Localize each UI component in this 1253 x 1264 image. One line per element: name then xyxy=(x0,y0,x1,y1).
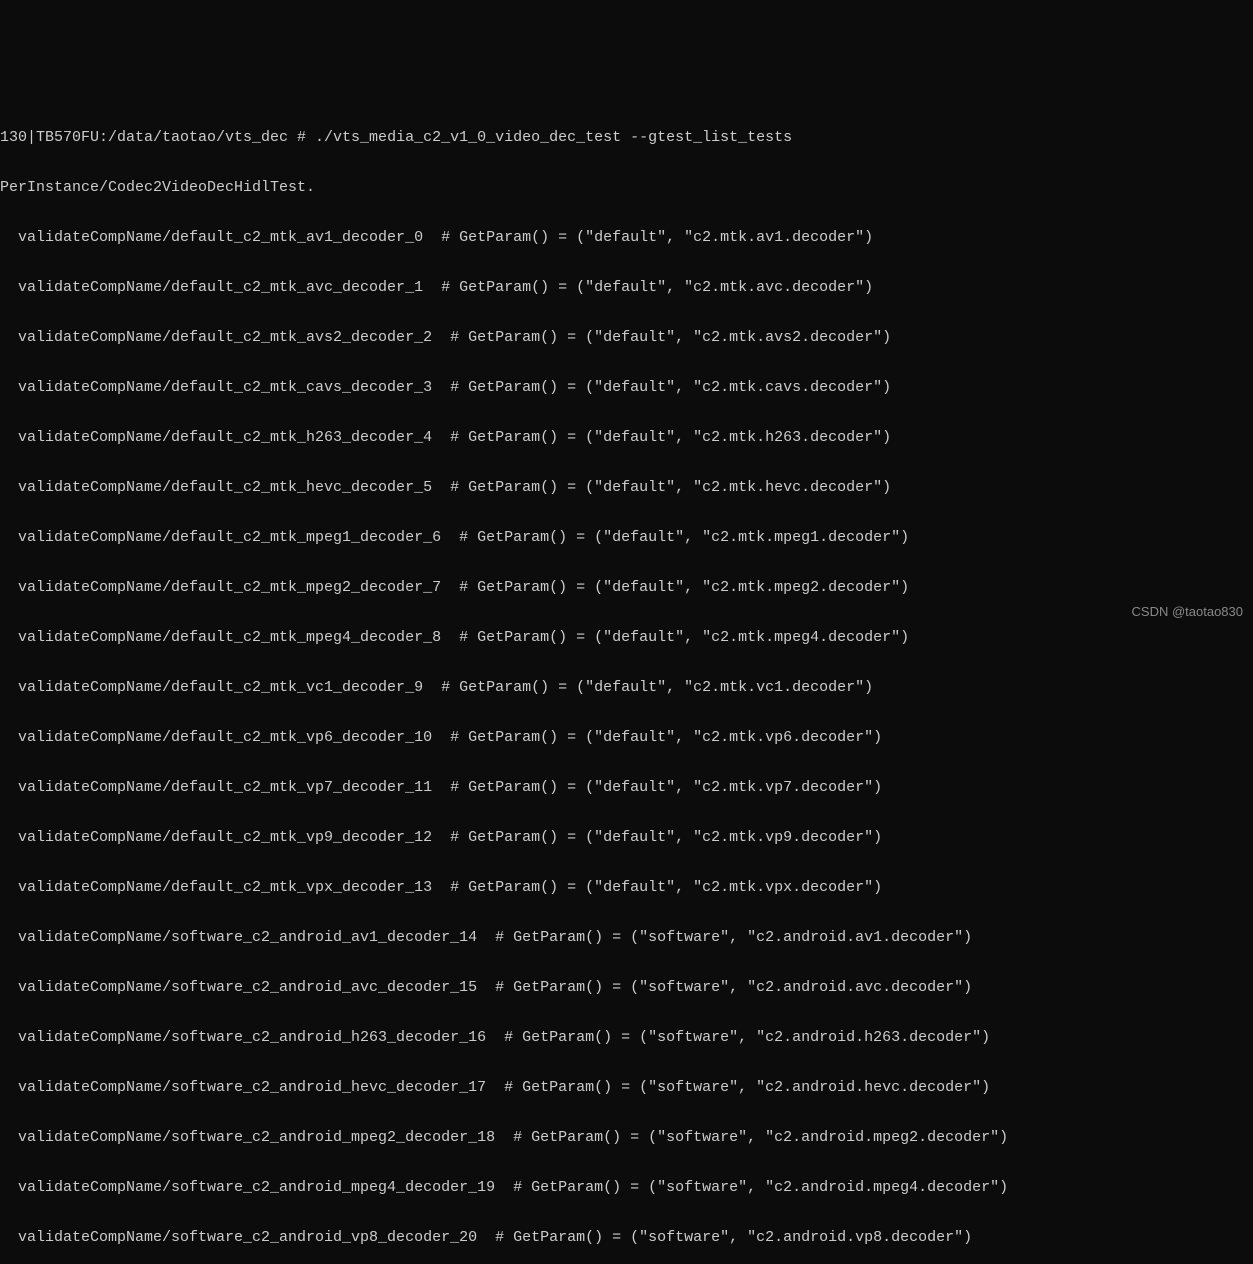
test-case-line: validateCompName/default_c2_mtk_vp6_deco… xyxy=(0,725,1253,750)
test-suite-name: PerInstance/Codec2VideoDecHidlTest. xyxy=(0,175,1253,200)
test-case-line: validateCompName/software_c2_android_h26… xyxy=(0,1025,1253,1050)
test-case-line: validateCompName/default_c2_mtk_hevc_dec… xyxy=(0,475,1253,500)
test-case-line: validateCompName/default_c2_mtk_vc1_deco… xyxy=(0,675,1253,700)
test-case-line: validateCompName/software_c2_android_mpe… xyxy=(0,1125,1253,1150)
test-case-line: validateCompName/default_c2_mtk_av1_deco… xyxy=(0,225,1253,250)
test-case-line: validateCompName/default_c2_mtk_avs2_dec… xyxy=(0,325,1253,350)
test-case-line: validateCompName/default_c2_mtk_cavs_dec… xyxy=(0,375,1253,400)
test-case-line: validateCompName/software_c2_android_vp8… xyxy=(0,1225,1253,1250)
test-case-line: validateCompName/software_c2_android_avc… xyxy=(0,975,1253,1000)
test-case-line: validateCompName/default_c2_mtk_vp7_deco… xyxy=(0,775,1253,800)
test-case-line: validateCompName/default_c2_mtk_h263_dec… xyxy=(0,425,1253,450)
test-case-line: validateCompName/default_c2_mtk_mpeg2_de… xyxy=(0,575,1253,600)
test-case-line: validateCompName/software_c2_android_mpe… xyxy=(0,1175,1253,1200)
watermark-text: CSDN @taotao830 xyxy=(1132,599,1243,624)
terminal-output[interactable]: 130|TB570FU:/data/taotao/vts_dec # ./vts… xyxy=(0,100,1253,1264)
test-case-line: validateCompName/default_c2_mtk_avc_deco… xyxy=(0,275,1253,300)
test-case-line: validateCompName/default_c2_mtk_mpeg1_de… xyxy=(0,525,1253,550)
test-case-line: validateCompName/default_c2_mtk_vpx_deco… xyxy=(0,875,1253,900)
test-case-line: validateCompName/default_c2_mtk_mpeg4_de… xyxy=(0,625,1253,650)
test-case-line: validateCompName/software_c2_android_hev… xyxy=(0,1075,1253,1100)
test-case-line: validateCompName/software_c2_android_av1… xyxy=(0,925,1253,950)
command-prompt-line: 130|TB570FU:/data/taotao/vts_dec # ./vts… xyxy=(0,125,1253,150)
test-case-line: validateCompName/default_c2_mtk_vp9_deco… xyxy=(0,825,1253,850)
